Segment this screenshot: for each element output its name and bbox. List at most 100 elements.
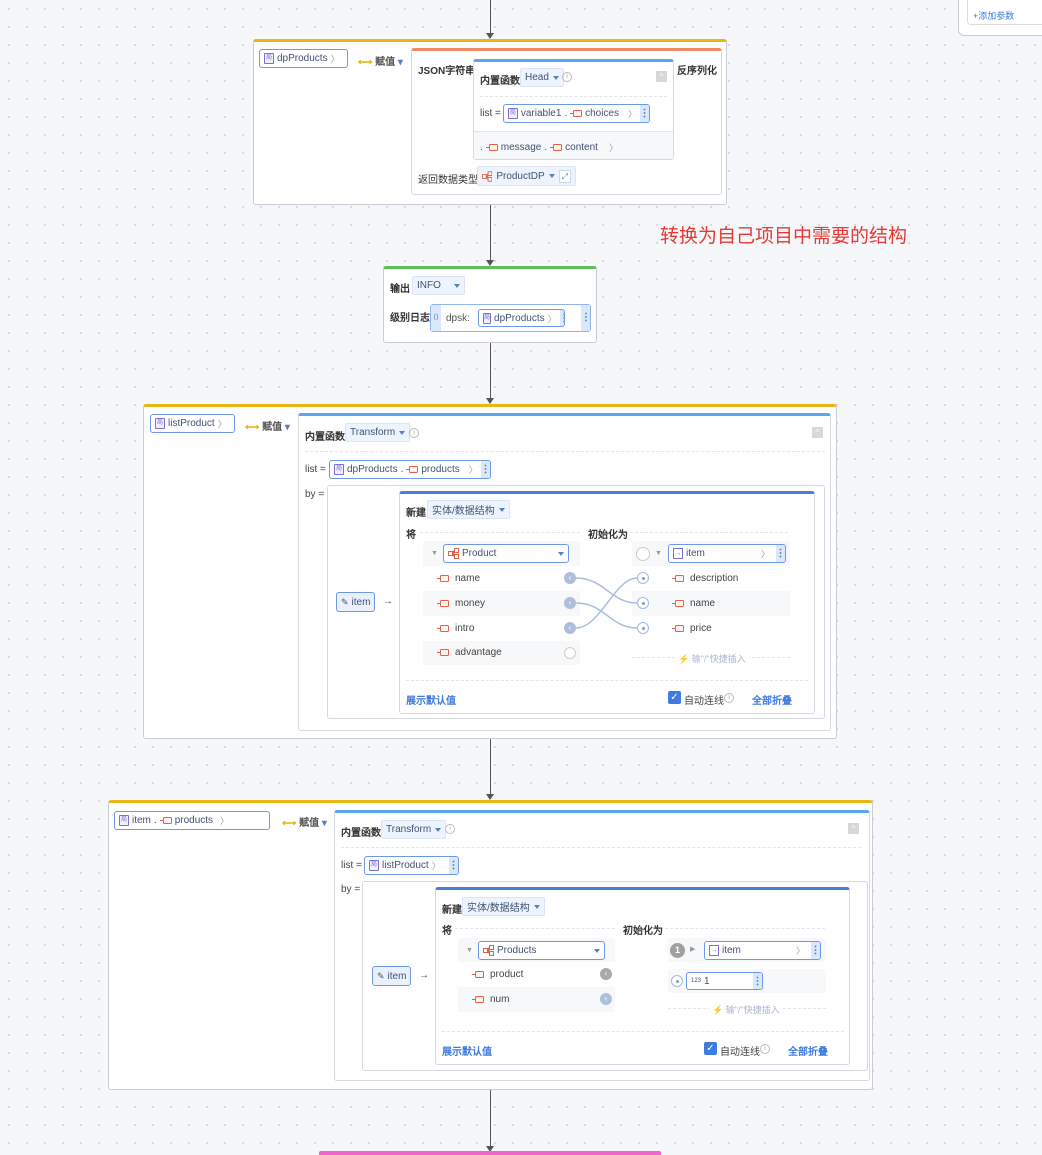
caret-down-icon [548, 174, 555, 178]
list-label: list = [341, 860, 362, 871]
info-icon[interactable]: i [445, 824, 455, 834]
pencil-icon: ✎ [341, 596, 349, 607]
number-value-input[interactable]: 123 1 ⋮ [686, 972, 763, 990]
caret-down-icon [533, 904, 540, 909]
variable-icon: 局 [508, 108, 518, 119]
info-icon[interactable]: i [724, 693, 734, 703]
field-icon [485, 144, 498, 151]
more-options-icon[interactable]: ⋮ [811, 942, 820, 959]
target-variable-chip[interactable]: 局 dpProducts 〉 [259, 49, 348, 68]
function-select[interactable]: Transform [345, 423, 411, 442]
target-variable-chip[interactable]: → item 〉 ⋮ [668, 544, 786, 563]
chevron-right-icon: 〉 [608, 143, 618, 153]
lambda-param-chip[interactable]: ✎ item [336, 592, 375, 612]
info-icon[interactable]: i [562, 72, 572, 82]
connect-handle[interactable]: ‹ [564, 572, 576, 584]
connect-handle[interactable]: ‹ [600, 993, 612, 1005]
connect-handle[interactable]: ‹ [564, 597, 576, 609]
target-port[interactable] [637, 572, 649, 584]
next-node[interactable] [319, 1151, 661, 1155]
more-options-icon[interactable]: ⋮ [481, 461, 490, 478]
collapse-button[interactable]: ^ [812, 427, 823, 438]
chevron-right-icon: 〉 [547, 313, 557, 324]
add-param-link[interactable]: +添加参数 [973, 9, 1014, 22]
expand-icon[interactable]: ⤢ [558, 169, 571, 183]
flow-connector [490, 343, 491, 399]
quick-insert-hint[interactable]: ⚡ 输"/"快捷插入 [675, 652, 749, 665]
field-icon [406, 466, 419, 473]
info-icon[interactable]: i [409, 428, 419, 438]
function-select[interactable]: Head [520, 68, 564, 87]
connect-handle[interactable]: ‹ [600, 968, 612, 980]
show-default-link[interactable]: 展示默认值 [406, 692, 456, 707]
connect-handle-empty[interactable] [564, 647, 576, 659]
level-log-label: 级别日志 [390, 313, 430, 324]
list-expression-chip[interactable]: 局 variable1. choices 〉 ⋮ [503, 104, 650, 123]
log-variable-chip[interactable]: 局dpProducts〉⋮ [478, 309, 565, 327]
collapse-all-link[interactable]: 全部折叠 [788, 1043, 828, 1058]
divider [406, 680, 808, 681]
source-type-select[interactable]: Product [443, 544, 569, 563]
source-type-select[interactable]: Products [478, 941, 605, 960]
source-field-row: intro [423, 616, 580, 641]
list-expression-chip[interactable]: 局 dpProducts. products 〉 ⋮ [329, 460, 491, 479]
more-options-icon[interactable]: ⋮ [449, 857, 458, 874]
show-default-link[interactable]: 展示默认值 [442, 1043, 492, 1058]
auto-connect-checkbox[interactable]: ✓ [704, 1042, 717, 1055]
expand-caret-icon[interactable]: ▼ [431, 550, 438, 557]
path-expression[interactable]: . message. content 〉 [480, 141, 618, 154]
expand-caret-icon[interactable]: ▼ [655, 550, 662, 557]
param-panel: +添加参数 [958, 0, 1042, 36]
target-field-row: name [632, 591, 790, 616]
function-select[interactable]: Transform [381, 820, 447, 839]
field-icon [672, 625, 684, 632]
from-label: 将 [442, 926, 452, 937]
target-port[interactable] [636, 547, 650, 561]
assign-icon: ⟷ [245, 422, 260, 433]
target-variable-chip[interactable]: → item 〉 ⋮ [704, 941, 821, 960]
log-level-select[interactable]: INFO [412, 276, 465, 295]
list-expression-chip[interactable]: 局 listProduct 〉 ⋮ [364, 856, 459, 875]
field-icon [672, 575, 684, 582]
more-options-icon[interactable]: ⋮ [776, 545, 785, 562]
field-icon [672, 600, 684, 607]
assign-dropdown[interactable]: ⟷ 赋值 ▾ [245, 418, 290, 433]
caret-down-icon [558, 551, 564, 556]
builtin-function-label: 内置函数 [480, 76, 520, 87]
info-icon[interactable]: i [760, 1044, 770, 1054]
target-port[interactable] [637, 597, 649, 609]
target-variable-chip[interactable]: 局 item. products 〉 [114, 811, 270, 830]
target-port[interactable] [671, 975, 683, 987]
divider [480, 96, 667, 97]
source-field-row: product [458, 962, 615, 987]
assign-dropdown[interactable]: ⟷ 赋值 ▾ [358, 53, 403, 68]
collapse-all-link[interactable]: 全部折叠 [752, 692, 792, 707]
more-options-icon[interactable]: ⋮ [640, 105, 649, 122]
new-type-select[interactable]: 实体/数据结构 [462, 897, 545, 916]
expand-caret-icon[interactable]: ▼ [466, 947, 473, 954]
builtin-function-label: 内置函数 [341, 828, 381, 839]
structure-icon [482, 170, 493, 182]
more-options-icon[interactable]: ⋮ [753, 973, 762, 989]
caret-down-icon [594, 948, 600, 953]
auto-connect-checkbox[interactable]: ✓ [668, 691, 681, 704]
assign-icon: ⟷ [358, 57, 373, 68]
target-variable-chip[interactable]: 局 listProduct 〉 [150, 414, 235, 433]
lambda-param-chip[interactable]: ✎ item [372, 966, 411, 986]
collapse-button[interactable]: ^ [848, 823, 859, 834]
field-icon [437, 600, 449, 607]
quick-insert-hint[interactable]: ⚡ 输"/"快捷插入 [709, 1003, 783, 1016]
target-port[interactable] [637, 622, 649, 634]
assign-dropdown[interactable]: ⟷ 赋值 ▾ [282, 814, 327, 829]
log-prefix: dpsk: [446, 313, 470, 324]
return-type-select[interactable]: ProductDP ⤢ [477, 166, 576, 186]
new-type-select[interactable]: 实体/数据结构 [427, 500, 510, 519]
expand-caret-icon[interactable]: ▶ [690, 945, 695, 953]
connect-handle[interactable]: ‹ [564, 622, 576, 634]
collapse-button[interactable]: ^ [656, 71, 667, 82]
more-options-icon[interactable]: ⋮ [559, 310, 564, 326]
chevron-right-icon: 〉 [468, 465, 478, 475]
more-options-icon[interactable]: ⋮ [581, 305, 591, 331]
field-icon [159, 817, 172, 824]
variable-icon: 局 [119, 815, 129, 826]
